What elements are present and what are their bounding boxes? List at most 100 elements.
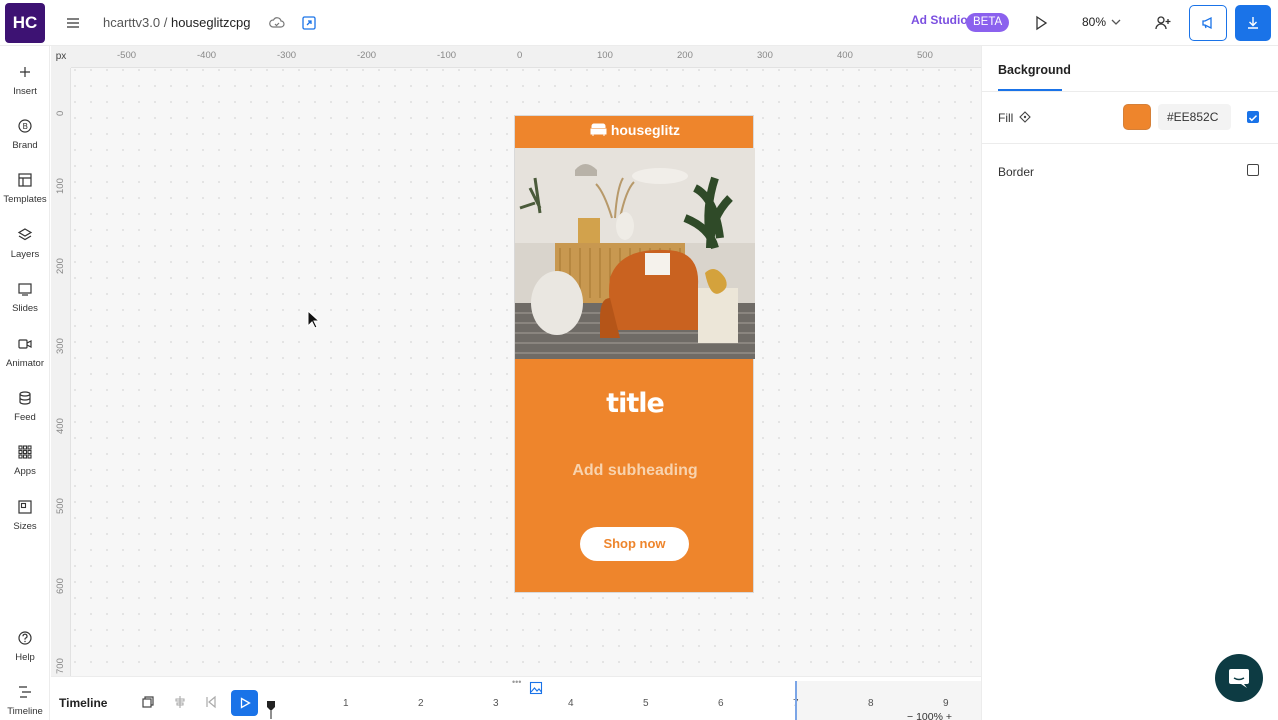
ruler-tick: 500 [917,50,933,61]
sidebar-item-label: Help [15,652,35,663]
ruler-tick: 0 [517,50,523,61]
diamond-icon[interactable] [1019,111,1031,123]
megaphone-icon [1202,16,1212,30]
sidebar-item-label: Insert [13,86,37,97]
resize-icon[interactable] [300,14,318,32]
ad-hero-image[interactable] [515,148,755,359]
left-sidebar: Insert B Brand Templates Layers Slides A… [0,46,50,720]
breadcrumb-workspace[interactable]: hcarttv3.0 [103,15,160,30]
ad-artboard[interactable]: houseglitz title Add subheading Shop now [514,115,755,593]
timeline-zoom-value: 100% [916,711,943,720]
sidebar-item-brand[interactable]: B Brand [0,114,50,164]
sidebar-item-templates[interactable]: Templates [0,168,50,218]
sidebar-item-label: Animator [5,358,44,369]
breadcrumb-separator: / [163,15,168,30]
fill-enabled-checkbox[interactable] [1247,111,1259,123]
sidebar-item-label: Timeline [7,706,43,717]
sizes-icon [18,500,32,514]
duplicate-icon[interactable] [141,695,155,709]
layers-icon [17,228,33,241]
timeline-tick: 1 [343,698,349,709]
ruler-tick: -500 [117,50,137,61]
zoom-dropdown[interactable]: 80% [1082,15,1106,29]
breadcrumb-project[interactable]: houseglitzcpg [171,15,251,30]
timeline-resize-handle[interactable]: ••• [512,677,521,687]
ruler-tick: 300 [757,50,773,61]
sidebar-item-slides[interactable]: Slides [0,277,50,327]
ruler-tick: 400 [55,418,66,434]
sidebar-item-insert[interactable]: Insert [0,60,50,110]
mouse-cursor-icon [307,310,321,329]
ruler-tick: 0 [55,110,66,116]
add-user-icon[interactable] [1154,14,1172,32]
ruler-tick: 300 [55,338,66,354]
shop-now-button[interactable]: Shop now [580,527,689,561]
timeline-zoom-control[interactable]: − 100% + [907,711,952,720]
ruler-unit[interactable]: px [51,46,71,68]
ad-title[interactable]: title [515,388,755,419]
publish-button[interactable] [1189,5,1227,41]
app-logo[interactable]: HC [5,3,45,43]
video-icon [18,339,32,349]
breadcrumb: hcarttv3.0 / houseglitzcpg [103,15,250,30]
ruler-tick: 600 [55,578,66,594]
ad-brand-logo[interactable]: houseglitz [515,122,755,138]
sidebar-item-timeline[interactable]: Timeline [0,680,50,720]
ruler-tick: -200 [357,50,377,61]
chat-support-button[interactable] [1215,654,1263,702]
download-icon [1248,17,1258,29]
border-enabled-checkbox[interactable] [1247,164,1259,176]
fill-color-swatch[interactable] [1123,104,1151,130]
sidebar-item-label: Templates [3,194,47,205]
ad-subheading[interactable]: Add subheading [515,462,755,480]
ruler-tick: -300 [277,50,297,61]
timeline-tick: 2 [418,698,424,709]
sidebar-item-apps[interactable]: Apps [0,440,50,490]
timeline-tick: 5 [643,698,649,709]
sidebar-item-feed[interactable]: Feed [0,386,50,436]
sidebar-item-layers[interactable]: Layers [0,223,50,273]
grid-icon [18,445,32,459]
align-icon[interactable] [173,695,187,709]
sidebar-item-sizes[interactable]: Sizes [0,495,50,545]
sidebar-item-label: Feed [14,412,36,423]
sidebar-item-label: Layers [10,249,40,260]
sidebar-item-animator[interactable]: Animator [0,332,50,382]
ad-brand-name: houseglitz [610,122,681,138]
chat-icon [1229,669,1249,688]
timeline-tick: 4 [568,698,574,709]
download-button[interactable] [1235,5,1271,41]
sofa-icon [590,123,607,136]
divider [982,91,1278,92]
chevron-down-icon[interactable] [1109,15,1123,29]
sidebar-item-help[interactable]: Help [0,626,50,676]
database-icon [19,391,31,405]
border-label: Border [998,165,1035,179]
play-icon [240,697,251,709]
vertical-ruler: 0 100 200 300 400 500 600 700 [51,68,71,676]
ruler-tick: 400 [837,50,853,61]
zoom-in-icon[interactable]: + [946,711,952,720]
templates-icon [18,173,32,187]
ad-studio-link[interactable]: Ad Studio [911,13,968,27]
cloud-saved-icon [269,17,285,28]
ruler-tick: 200 [55,258,66,274]
timeline-play-button[interactable] [231,690,258,716]
sidebar-item-label: Sizes [13,521,37,532]
timeline-icon [19,686,31,698]
top-bar: HC hcarttv3.0 / houseglitzcpg Ad Studio … [0,0,1278,46]
design-canvas[interactable]: -500 -400 -300 -200 -100 0 100 200 300 4… [51,46,981,676]
properties-panel: Background Fill #EE852C Border [981,46,1278,720]
menu-icon[interactable] [64,14,82,32]
tab-background[interactable]: Background [998,63,1071,77]
zoom-out-icon[interactable]: − [907,711,913,720]
image-layer-icon[interactable] [529,681,543,695]
living-room-photo [515,148,755,359]
sidebar-item-label: Slides [12,303,38,314]
fill-label: Fill [998,111,1014,125]
playhead-icon[interactable] [267,701,275,719]
svg-text:B: B [23,122,29,131]
fill-hex-input[interactable]: #EE852C [1158,104,1231,130]
preview-play-icon[interactable] [1032,14,1050,32]
skip-back-icon[interactable] [204,695,218,709]
